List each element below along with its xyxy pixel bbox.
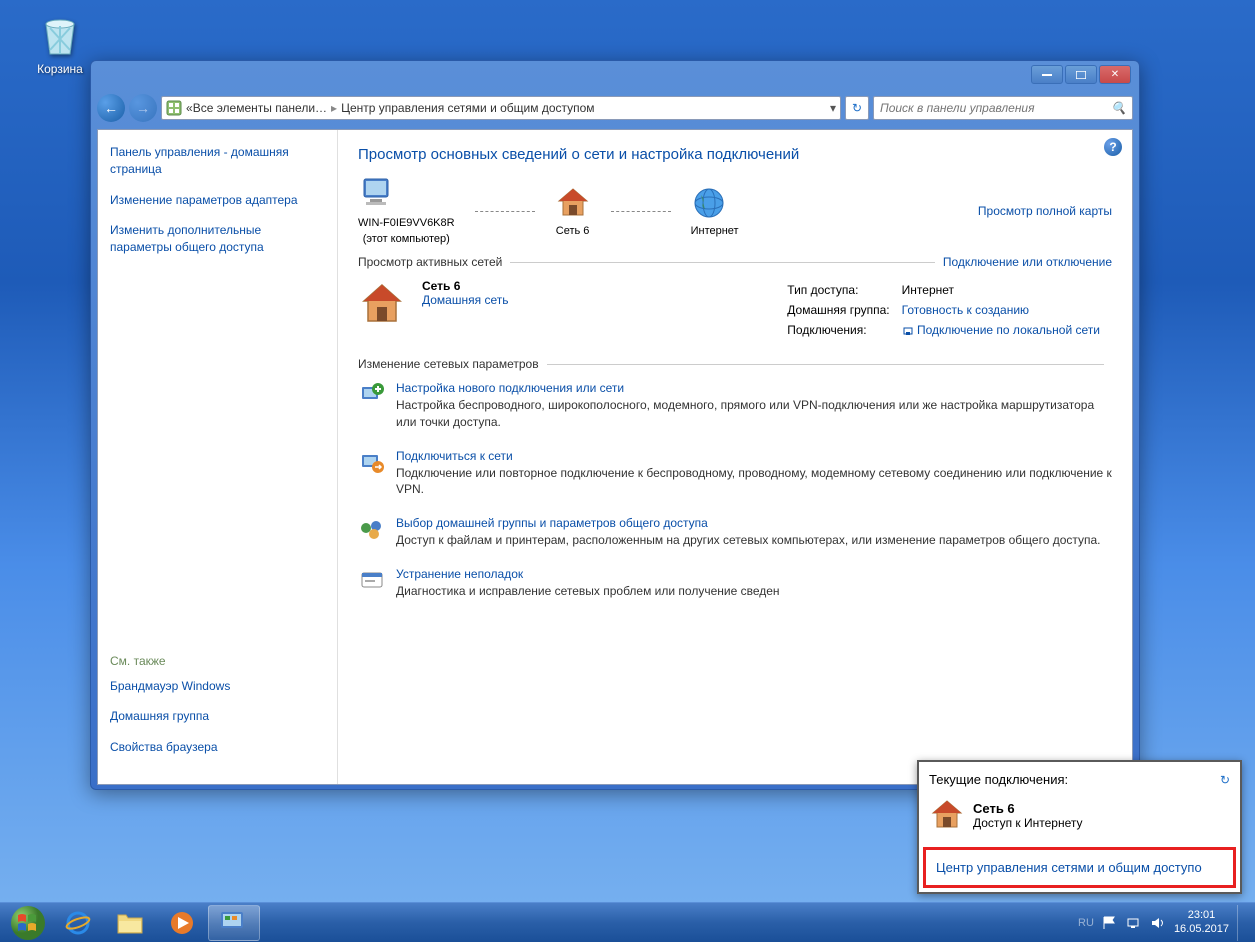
connect-network-icon [358, 449, 386, 477]
main-panel: ? Просмотр основных сведений о сети и на… [338, 130, 1132, 784]
computer-node: WIN-F0IE9VV6K8R (этот компьютер) [358, 177, 455, 245]
tray-time[interactable]: 23:01 [1174, 909, 1229, 922]
access-type-label: Тип доступа: [787, 281, 899, 299]
computer-sub: (этот компьютер) [358, 233, 455, 245]
connections-value[interactable]: Подключение по локальной сети [902, 321, 1110, 339]
full-map-link[interactable]: Просмотр полной карты [978, 204, 1112, 218]
close-button[interactable]: ✕ [1099, 65, 1131, 84]
recycle-bin-label: Корзина [25, 62, 95, 76]
popup-net-name: Сеть 6 [973, 801, 1082, 816]
sidebar-adapter-link[interactable]: Изменение параметров адаптера [110, 192, 325, 209]
search-icon: 🔍 [1111, 101, 1126, 115]
taskbar-control-panel[interactable] [208, 905, 260, 941]
setting-new-connection-desc: Настройка беспроводного, широкополосного… [396, 397, 1112, 431]
nav-forward-button[interactable]: → [129, 94, 157, 122]
breadcrumb-dropdown[interactable]: ▾ [830, 101, 836, 115]
tray-language[interactable]: RU [1078, 917, 1094, 929]
popup-net-status: Доступ к Интернету [973, 816, 1082, 830]
start-button[interactable] [4, 904, 52, 942]
breadcrumb-root[interactable]: Все элементы панели… [193, 101, 327, 115]
folder-icon [116, 911, 144, 935]
refresh-button[interactable]: ↻ [845, 96, 869, 120]
popup-refresh-icon[interactable]: ↻ [1220, 773, 1230, 787]
control-panel-window: ✕ ← → « Все элементы панели… ▸ Центр упр… [90, 60, 1140, 790]
homegroup-label: Домашняя группа: [787, 301, 899, 319]
sidebar-home-link[interactable]: Панель управления - домашняя страница [110, 144, 325, 178]
see-also-heading: См. также [110, 654, 325, 668]
network-node: Сеть 6 [555, 185, 591, 237]
setting-homegroup[interactable]: Выбор домашней группы и параметров общег… [396, 516, 1101, 530]
change-settings-heading: Изменение сетевых параметров [358, 357, 539, 371]
homegroup-value[interactable]: Готовность к созданию [902, 301, 1110, 319]
taskbar-wmp[interactable] [156, 905, 208, 941]
breadcrumb-chevron: « [186, 101, 193, 115]
search-input[interactable] [880, 101, 1111, 115]
tray-network-icon[interactable] [1126, 915, 1142, 931]
setting-connect-network[interactable]: Подключиться к сети [396, 449, 1112, 463]
active-net-type[interactable]: Домашняя сеть [422, 293, 508, 307]
tray-date[interactable]: 16.05.2017 [1174, 923, 1229, 936]
minimize-button[interactable] [1031, 65, 1063, 84]
computer-name: WIN-F0IE9VV6K8R [358, 217, 455, 229]
homgegroup-settings-icon [358, 516, 386, 544]
popup-network-center-link[interactable]: Центр управления сетями и общим доступо [923, 847, 1236, 888]
connect-disconnect-link[interactable]: Подключение или отключение [943, 255, 1112, 269]
ie-icon [64, 909, 92, 937]
setting-new-connection[interactable]: Настройка нового подключения или сети [396, 381, 1112, 395]
nav-back-button[interactable]: ← [97, 94, 125, 122]
home-network-icon [358, 279, 406, 327]
tray-flag-icon[interactable] [1102, 915, 1118, 931]
breadcrumb-current[interactable]: Центр управления сетями и общим доступом [341, 101, 595, 115]
maximize-button[interactable] [1065, 65, 1097, 84]
sidebar: Панель управления - домашняя страница Из… [98, 130, 338, 784]
control-panel-icon [166, 100, 182, 116]
connections-label: Подключения: [787, 321, 899, 339]
show-desktop-button[interactable] [1237, 905, 1245, 941]
setting-homegroup-desc: Доступ к файлам и принтерам, расположенн… [396, 532, 1101, 549]
windows-logo-icon [10, 905, 46, 941]
network-name: Сеть 6 [555, 225, 591, 237]
control-panel-task-icon [219, 910, 249, 936]
setting-connect-network-desc: Подключение или повторное подключение к … [396, 465, 1112, 499]
setting-troubleshoot[interactable]: Устранение неполадок [396, 567, 780, 581]
network-popup: Текущие подключения: ↻ Сеть 6 Доступ к И… [917, 760, 1242, 894]
active-net-name: Сеть 6 [422, 279, 508, 293]
internet-node: Интернет [691, 185, 739, 237]
search-box[interactable]: 🔍 [873, 96, 1133, 120]
sidebar-homegroup-link[interactable]: Домашняя группа [110, 708, 325, 725]
computer-icon [358, 177, 402, 213]
active-networks-heading: Просмотр активных сетей [358, 255, 502, 269]
new-connection-icon [358, 381, 386, 409]
setting-troubleshoot-desc: Диагностика и исправление сетевых пробле… [396, 583, 780, 600]
globe-icon [691, 185, 727, 221]
page-title: Просмотр основных сведений о сети и наст… [358, 146, 1112, 163]
ethernet-icon [902, 325, 914, 337]
troubleshoot-icon [358, 567, 386, 595]
breadcrumb-separator: ▸ [331, 101, 337, 115]
connection-line [611, 211, 671, 212]
popup-title: Текущие подключения: [929, 772, 1068, 787]
recycle-bin-icon [36, 10, 84, 58]
house-icon [555, 185, 591, 221]
recycle-bin[interactable]: Корзина [25, 10, 95, 76]
sidebar-firewall-link[interactable]: Брандмауэр Windows [110, 678, 325, 695]
breadcrumb[interactable]: « Все элементы панели… ▸ Центр управлени… [161, 96, 841, 120]
wmp-icon [169, 910, 195, 936]
sidebar-browser-link[interactable]: Свойства браузера [110, 739, 325, 756]
tray-volume-icon[interactable] [1150, 915, 1166, 931]
access-type-value: Интернет [902, 281, 1110, 299]
taskbar: RU 23:01 16.05.2017 [0, 902, 1255, 942]
help-icon[interactable]: ? [1104, 138, 1122, 156]
connection-line [475, 211, 535, 212]
house-icon [929, 797, 965, 833]
taskbar-ie[interactable] [52, 905, 104, 941]
sidebar-advanced-link[interactable]: Изменить дополнительные параметры общего… [110, 222, 325, 256]
taskbar-explorer[interactable] [104, 905, 156, 941]
internet-label: Интернет [691, 225, 739, 237]
popup-network-item[interactable]: Сеть 6 Доступ к Интернету [919, 793, 1240, 843]
